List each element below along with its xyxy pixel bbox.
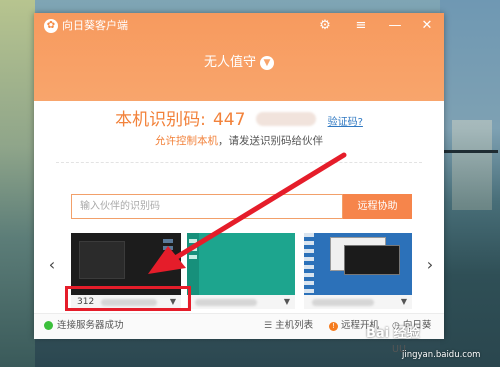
allow-control-link[interactable]: 允许控制本机 (155, 135, 218, 147)
status-ok-icon (44, 321, 53, 330)
id-label: 本机识别码: (115, 110, 206, 130)
device-label-bar-3[interactable]: ▼ (304, 295, 412, 309)
caret-down-icon[interactable]: ▼ (401, 295, 407, 309)
mode-selector[interactable]: 无人值守 ▼ (34, 51, 444, 70)
thumbnail-desktop-icons (304, 233, 314, 295)
device-name-redacted (195, 299, 257, 306)
gear-icon[interactable]: ⚙ (316, 17, 334, 35)
titlebar: ✿ 向日葵客户端 ⚙ ≡ — ✕ 无人值守 ▼ (34, 13, 444, 101)
hint-suffix: ，请发送识别码给伙伴 (218, 135, 323, 147)
connection-status: 连接服务器成功 (57, 320, 124, 331)
sunflower-logo-icon: ✿ (44, 19, 58, 33)
list-icon: ☰ (264, 321, 273, 331)
background-scenery-left (0, 0, 35, 367)
device-thumbnail-3[interactable] (304, 233, 412, 295)
menu-icon[interactable]: ≡ (352, 17, 370, 35)
hint-text: 允许控制本机，请发送识别码给伙伴 (34, 133, 444, 148)
minimize-icon[interactable]: — (386, 17, 404, 35)
id-value: 447 (212, 110, 246, 130)
local-id-row: 本机识别码: 447 验证码? (34, 105, 444, 130)
watermark-url: jingyan.baidu.com (402, 350, 481, 360)
thumbnail-desktop-icons (163, 239, 173, 269)
host-list-label: 主机列表 (275, 320, 314, 331)
host-list-button[interactable]: ☰ 主机列表 (264, 314, 313, 338)
baidu-watermark: Bai 经验 (366, 326, 420, 341)
dashed-divider (56, 162, 422, 163)
verify-code-link[interactable]: 验证码? (328, 117, 363, 128)
chevron-down-icon: ▼ (260, 56, 274, 70)
partner-id-input[interactable] (71, 194, 343, 219)
close-icon[interactable]: ✕ (418, 17, 436, 35)
thumbnail-tool (189, 239, 197, 243)
remote-assist-button[interactable]: 远程协助 (343, 194, 412, 219)
thumbnail-tool (189, 247, 197, 251)
power-icon: ! (329, 322, 338, 331)
background-building (452, 120, 492, 210)
device-thumbnail-2[interactable] (187, 233, 295, 295)
device-label-bar-2[interactable]: ▼ (187, 295, 295, 309)
app-title: 向日葵客户端 (62, 19, 128, 32)
annotation-highlight-box (65, 286, 191, 311)
prev-arrow-icon[interactable]: ‹ (46, 255, 58, 274)
thumbnail-window (79, 241, 125, 279)
background-crane (443, 150, 498, 153)
mode-label: 无人值守 (203, 55, 256, 70)
caret-down-icon[interactable]: ▼ (284, 295, 290, 309)
next-arrow-icon[interactable]: › (424, 255, 436, 274)
thumbnail-tool (189, 255, 197, 259)
device-name-redacted (312, 299, 374, 306)
sunlogin-window: ✿ 向日葵客户端 ⚙ ≡ — ✕ 无人值守 ▼ 本机识别码: 447 验证码? 允… (34, 13, 444, 355)
thumbnail-console (344, 245, 400, 275)
id-redacted (256, 112, 317, 126)
